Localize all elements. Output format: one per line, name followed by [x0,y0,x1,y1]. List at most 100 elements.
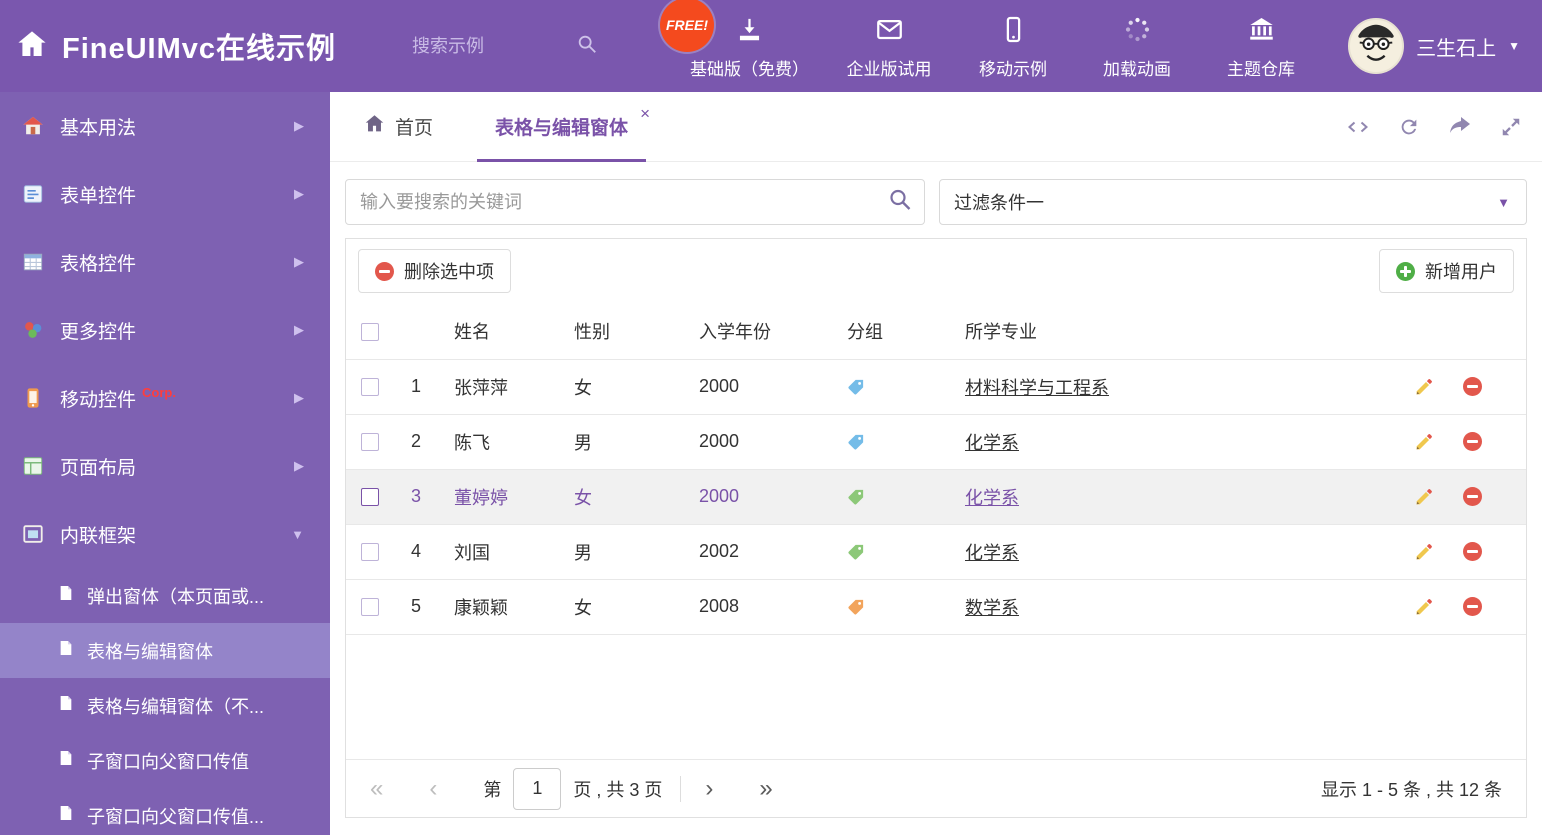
chevron-right-icon: ▶ [294,322,304,337]
cell-year: 2000 [683,359,831,415]
file-icon [58,638,74,663]
delete-row-icon[interactable] [1463,597,1482,616]
row-index: 4 [394,524,438,580]
cell-gender: 女 [558,579,683,635]
nav-basic-free[interactable]: FREE! 基础版（免费） [660,0,809,80]
record-summary: 显示 1 - 5 条 , 共 12 条 [1320,779,1502,800]
sidebar-item-more-controls[interactable]: 更多控件 ▶ [0,296,330,364]
delete-row-icon[interactable] [1463,487,1482,506]
sidebar-subitem-popup-window[interactable]: 弹出窗体（本页面或... [0,568,330,623]
sidebar-item-iframe[interactable]: 内联框架 ▼ [0,500,330,568]
table-row-selected[interactable]: 3 董婷婷 女 2000 化学系 [346,469,1526,525]
search-icon[interactable] [888,188,912,217]
nav-label: 移动示例 [979,60,1047,79]
chevron-down-icon: ▼ [291,526,304,542]
sidebar-item-grid-controls[interactable]: 表格控件 ▶ [0,228,330,296]
sidebar-item-page-layout[interactable]: 页面布局 ▶ [0,432,330,500]
home-icon [16,28,48,65]
row-checkbox[interactable] [361,488,379,507]
first-page-button[interactable]: « [370,776,383,801]
open-new-window-icon[interactable] [1448,115,1472,139]
sidebar-item-mobile-controls[interactable]: 移动控件 Corp. ▶ [0,364,330,432]
table-row[interactable]: 2 陈飞 男 2000 化学系 [346,414,1526,470]
sidebar-subitem-label: 表格与编辑窗体 [87,641,213,662]
corp-badge: Corp. [142,384,176,400]
chevron-right-icon: ▶ [294,254,304,269]
select-all-checkbox[interactable] [361,322,379,341]
delete-row-icon[interactable] [1463,377,1482,396]
nav-enterprise-trial[interactable]: 企业版试用 [845,12,933,80]
row-checkbox[interactable] [361,543,379,562]
row-checkbox[interactable] [361,598,379,617]
edit-icon[interactable] [1414,541,1435,562]
filter-dropdown[interactable]: 过滤条件一 ▼ [939,179,1527,225]
nav-theme-repo[interactable]: 主题仓库 [1217,12,1305,80]
nav-label: 企业版试用 [846,60,932,79]
major-link[interactable]: 材料科学与工程系 [965,378,1109,398]
mobile-icon [22,387,44,409]
sidebar-item-form-controls[interactable]: 表单控件 ▶ [0,160,330,228]
nav-label: 主题仓库 [1227,60,1295,79]
sidebar-subitem-grid-edit-window-alt[interactable]: 表格与编辑窗体（不... [0,678,330,733]
sidebar-subitem-label: 子窗口向父窗口传值... [87,806,265,827]
sidebar-subitem-child-to-parent[interactable]: 子窗口向父窗口传值 [0,733,330,788]
keyword-search-input[interactable] [346,180,924,224]
column-gender: 性别 [558,303,683,360]
major-link[interactable]: 化学系 [965,433,1019,453]
table-row[interactable]: 1 张萍萍 女 2000 材料科学与工程系 [346,359,1526,415]
row-checkbox[interactable] [361,433,379,452]
row-checkbox[interactable] [361,378,379,397]
next-page-button[interactable]: › [705,776,713,801]
add-user-button[interactable]: 新增用户 [1379,249,1514,293]
prev-page-button[interactable]: ‹ [429,776,437,801]
user-menu[interactable]: 三生石上 ▼ [1348,18,1542,74]
page-number-input[interactable] [513,767,562,810]
delete-row-icon[interactable] [1463,542,1482,561]
chevron-right-icon: ▶ [294,118,304,133]
table-header-row: 姓名 性别 入学年份 分组 所学专业 [346,303,1526,360]
expand-icon[interactable] [1500,116,1522,138]
delete-selected-button[interactable]: 删除选中项 [358,249,511,293]
edit-icon[interactable] [1414,486,1435,507]
sidebar-item-label: 基本用法 [60,117,137,139]
delete-row-icon[interactable] [1463,432,1482,451]
search-icon[interactable] [576,33,598,60]
table-row[interactable]: 5 康颖颖 女 2008 数学系 [346,579,1526,635]
tag-icon [847,433,949,451]
last-page-button[interactable]: » [759,776,772,801]
plus-circle-icon [1396,261,1415,281]
nav-mobile-demo[interactable]: 移动示例 [969,12,1057,80]
source-code-icon[interactable] [1346,115,1370,139]
sidebar-subitem-grid-edit-window[interactable]: 表格与编辑窗体 [0,623,330,678]
nav-label: 加载动画 [1103,60,1171,79]
tag-icon [847,598,949,616]
close-icon[interactable]: × [640,104,650,124]
free-badge: FREE! [660,0,714,52]
major-link[interactable]: 化学系 [965,543,1019,563]
table-row[interactable]: 4 刘国 男 2002 化学系 [346,524,1526,580]
major-link[interactable]: 数学系 [965,598,1019,618]
edit-icon[interactable] [1414,596,1435,617]
chevron-right-icon: ▶ [294,458,304,473]
tab-home[interactable]: 首页 [352,92,445,161]
chevron-right-icon: ▶ [294,390,304,405]
header-search-input[interactable] [412,35,572,57]
sidebar-item-label: 表格控件 [60,253,137,275]
cell-name: 董婷婷 [438,469,558,525]
edit-icon[interactable] [1414,376,1435,397]
sidebar: 基本用法 ▶ 表单控件 ▶ 表格控件 ▶ 更多控件 ▶ 移动控件 Corp. ▶… [0,92,330,835]
cell-year: 2008 [683,579,831,635]
file-icon [58,693,74,718]
refresh-icon[interactable] [1398,116,1420,138]
major-link[interactable]: 化学系 [965,488,1019,508]
tab-grid-edit-window[interactable]: 表格与编辑窗体 × [477,92,650,162]
app-logo[interactable]: FineUIMvc在线示例 [0,25,412,67]
sidebar-subitem-child-to-parent-alt[interactable]: 子窗口向父窗口传值... [0,788,330,835]
row-index: 3 [394,469,438,525]
sidebar-item-basic-usage[interactable]: 基本用法 ▶ [0,92,330,160]
nav-loading-animation[interactable]: 加载动画 [1093,12,1181,80]
spinner-icon [1124,16,1151,48]
column-year: 入学年份 [683,303,831,360]
edit-icon[interactable] [1414,431,1435,452]
minus-circle-icon [375,261,394,281]
